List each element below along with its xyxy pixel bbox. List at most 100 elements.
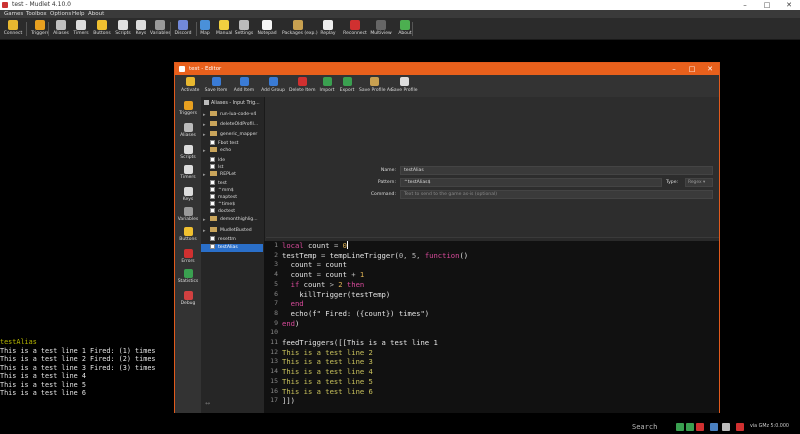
sidebar-buttons-button[interactable]: Buttons (175, 227, 201, 242)
editor-delete-item-button[interactable]: Delete Item (289, 77, 315, 93)
pattern-input[interactable]: ^testAlias$ (400, 178, 662, 187)
sidebar-timers-button[interactable]: Timers (175, 165, 201, 180)
toolbar-settings-button[interactable]: Settings (234, 19, 254, 39)
editor-save-profile-button[interactable]: Save Profile (391, 77, 417, 93)
checkbox-icon[interactable] (210, 157, 215, 162)
expand-arrow-icon[interactable]: ▸ (203, 131, 206, 139)
checkbox-icon[interactable] (210, 187, 215, 192)
toolbar-keys-button[interactable]: Keys (134, 19, 148, 39)
tree-header[interactable]: Aliases - Input Trig... (201, 99, 265, 108)
expand-arrow-icon[interactable]: ▸ (203, 121, 206, 129)
toolbar-replay-button[interactable]: Replay (318, 19, 338, 39)
sidebar-variables-button[interactable]: Variables (175, 207, 201, 222)
sidebar-triggers-button[interactable]: Triggers (175, 101, 201, 116)
console-line: This is a test line 2 Fired: (2) times (0, 355, 156, 363)
tree-folder[interactable]: ▸ run-lua-code-v4 (201, 111, 263, 119)
sidebar-errors-button[interactable]: Errors (175, 249, 201, 264)
expand-arrow-icon[interactable]: ▸ (203, 111, 206, 119)
maximize-button[interactable]: □ (756, 0, 778, 10)
menu-toolbox[interactable]: Toolbox (26, 10, 47, 18)
command-input[interactable]: Text to send to the game as-is (optional… (400, 190, 713, 199)
log-toggle-icon[interactable] (696, 423, 704, 431)
toolbar-map-button[interactable]: Map (198, 19, 212, 39)
alias-tree[interactable]: Aliases - Input Trig... ▸ run-lua-code-v4… (201, 97, 265, 413)
checkbox-icon[interactable] (210, 244, 215, 249)
code-editor[interactable]: 1 2 3 4 5 6 7 8 9 10 11 12 13 14 15 16 17 local count = … (264, 241, 719, 413)
reconnect-icon (350, 20, 360, 30)
checkbox-icon[interactable] (210, 140, 215, 145)
tree-item[interactable]: testAlias (201, 244, 263, 252)
expand-arrow-icon[interactable]: ▸ (203, 227, 206, 235)
editor-close-button[interactable]: ✕ (701, 63, 719, 75)
trigger-icon (35, 20, 45, 30)
close-button[interactable]: ✕ (778, 0, 800, 10)
expand-arrow-icon[interactable]: ▸ (203, 147, 206, 155)
tree-folder[interactable]: ▸ echo (201, 147, 263, 155)
toolbar-variables-button[interactable]: Variables (150, 19, 171, 39)
checkbox-icon[interactable] (210, 194, 215, 199)
timestamp-toggle-icon[interactable] (676, 423, 684, 431)
toolbar-aliases-button[interactable]: Aliases (52, 19, 70, 39)
editor-export-button[interactable]: Export (339, 77, 355, 93)
type-select[interactable]: Regex ▾ (685, 178, 713, 187)
menu-options[interactable]: Options (50, 10, 71, 18)
expand-arrow-icon[interactable]: ▸ (203, 216, 206, 224)
editor-save-item-button[interactable]: Save Item (203, 77, 229, 93)
search-input[interactable]: Search ... (632, 421, 674, 433)
checkbox-icon[interactable] (210, 164, 215, 169)
sidebar-aliases-button[interactable]: Aliases (175, 123, 201, 138)
toolbar-label: Timers (73, 31, 89, 36)
toolbar-reconnect-button[interactable]: Reconnect (342, 19, 368, 39)
editor-add-group-button[interactable]: Add Group (261, 77, 285, 93)
tree-folder[interactable]: ▸ MudletBusted (201, 227, 263, 235)
toolbar-packages-exp-button[interactable]: Packages (exp.) (282, 19, 318, 39)
menu-about[interactable]: About (88, 10, 104, 18)
editor-save-profile-as-button[interactable]: Save Profile As (359, 77, 392, 93)
pattern-row: Pattern: ^testAlias$ Type: Regex ▾ (266, 178, 719, 187)
toolbar-separator (412, 22, 413, 36)
name-input[interactable]: testAlias (400, 166, 713, 175)
sidebar-scripts-button[interactable]: Scripts (175, 145, 201, 160)
editor-maximize-button[interactable]: □ (683, 63, 701, 75)
minimize-button[interactable]: – (734, 0, 756, 10)
toolbar-manual-button[interactable]: Manual (216, 19, 232, 39)
tree-folder[interactable]: ▸ generic_mapper (201, 131, 263, 139)
checkbox-icon[interactable] (210, 236, 215, 241)
toolbar-timers-button[interactable]: Timers (72, 19, 90, 39)
line-number: 16 (270, 386, 278, 395)
tree-scroll-arrows[interactable]: ↔ (205, 400, 210, 407)
emergency-stop-icon[interactable] (710, 423, 718, 431)
toolbar-discord-button[interactable]: Discord (173, 19, 193, 39)
line-number: 1 (274, 241, 278, 249)
menu-games[interactable]: Games (4, 10, 23, 18)
sidebar-keys-button[interactable]: Keys (175, 187, 201, 202)
toolbar-scripts-button[interactable]: Scripts (114, 19, 132, 39)
expand-arrow-icon[interactable]: ▸ (203, 171, 206, 179)
toolbar-connect-button[interactable]: Connect (2, 19, 24, 39)
code-line: This is a test line 4 (282, 367, 373, 377)
toolbar-label: Scripts (115, 31, 131, 36)
checkbox-icon[interactable] (210, 208, 215, 213)
tree-folder[interactable]: ▸ deleteOldProfil... (201, 121, 263, 129)
sidebar-statistics-button[interactable]: Statistics (175, 269, 201, 284)
variables-icon (183, 207, 193, 216)
toolbar-buttons-button[interactable]: Buttons (92, 19, 112, 39)
tree-item[interactable]: doctest (201, 208, 263, 216)
window-titlebar: test - Mudlet 4.10.0 – □ ✕ (0, 0, 800, 10)
tree-folder[interactable]: ▸ REPLet (201, 171, 263, 179)
toolbar-triggers-button[interactable]: Triggers (30, 19, 50, 39)
editor-add-item-button[interactable]: Add Item (233, 77, 255, 93)
about-icon (400, 20, 410, 30)
toolbar-notepad-button[interactable]: Notepad (256, 19, 278, 39)
toolbar-multiview-button[interactable]: Multiview (370, 19, 392, 39)
sidebar-debug-button[interactable]: Debug (175, 291, 201, 306)
menu-help[interactable]: Help (72, 10, 85, 18)
record-toggle-icon[interactable] (686, 423, 694, 431)
tree-folder[interactable]: ▸ demonthighlig... (201, 216, 263, 224)
checkbox-icon[interactable] (210, 180, 215, 185)
editor-import-button[interactable]: Import (319, 77, 335, 93)
editor-activate-button[interactable]: Activate (181, 77, 199, 93)
checkbox-icon[interactable] (210, 201, 215, 206)
editor-minimize-button[interactable]: – (665, 63, 683, 75)
tree-item[interactable]: resettm (201, 236, 263, 244)
